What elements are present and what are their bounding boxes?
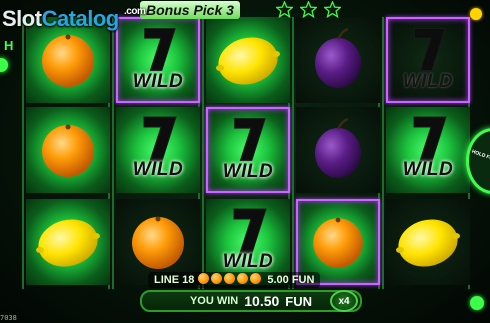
coin-stack-icon[interactable] — [470, 296, 484, 310]
coins-icon[interactable] — [470, 8, 482, 20]
win-bar: YOU WIN 10.50 FUN — [140, 290, 362, 312]
orange-icon — [42, 124, 94, 177]
reel-grid: WILD WILD WILD WILD WILD WILD — [22, 17, 470, 289]
star-icon — [276, 1, 293, 18]
reel-cell — [26, 107, 110, 193]
watermark-suffix: .com — [124, 6, 146, 17]
slotcatalog-watermark: SlotCatalog .com — [2, 6, 146, 32]
wild-label: WILD — [402, 159, 454, 180]
orange-icon — [313, 217, 363, 268]
reel-cell: WILD — [206, 107, 290, 193]
reel-cell: WILD — [386, 17, 470, 103]
win-label: YOU WIN — [189, 295, 239, 307]
reel-cell: WILD — [386, 107, 470, 193]
line-win-info: LINE 18 5.00 FUN — [148, 272, 321, 288]
reel-cell: WILD — [116, 17, 200, 103]
plum-icon — [315, 117, 361, 178]
watermark-brand-a: Slot — [2, 6, 42, 31]
wild-label: WILD — [402, 71, 454, 92]
reel-cell — [296, 17, 380, 103]
reel-1 — [22, 17, 110, 289]
line-symbols — [198, 273, 263, 287]
wild-label: WILD — [222, 161, 274, 182]
lemon-icon — [36, 219, 100, 267]
mini-orange-icon — [211, 273, 223, 284]
wild-label: WILD — [132, 71, 184, 92]
reel-cell — [296, 107, 380, 193]
slot-game-screen: SlotCatalog .com H Bonus Pick 3 WILD WILD… — [0, 0, 490, 323]
mini-orange-icon — [237, 273, 249, 284]
star-icon — [324, 1, 342, 18]
wild-label: WILD — [132, 159, 184, 180]
reel-5: WILD WILD — [382, 17, 470, 289]
mini-orange-icon — [250, 273, 262, 284]
bonus-title: Bonus Pick 3 — [140, 1, 240, 19]
reel-3: WILD WILD — [202, 17, 290, 289]
lemon-icon — [216, 37, 280, 85]
reel-cell — [26, 199, 110, 285]
reel-cell — [206, 17, 290, 103]
side-letter: H — [4, 38, 14, 53]
lemon-icon — [396, 219, 460, 267]
reel-cell — [386, 199, 470, 285]
win-currency: FUN — [285, 293, 313, 309]
line-label: LINE 18 — [154, 274, 195, 286]
win-amount: 10.50 — [244, 293, 280, 309]
reel-4 — [292, 17, 380, 289]
mini-orange-icon — [198, 273, 210, 284]
multiplier-badge: x4 — [330, 290, 358, 312]
game-id-text: 7038 — [0, 314, 17, 322]
hold-label: HOLD FOR — [470, 148, 490, 164]
side-button-icon[interactable] — [0, 58, 8, 72]
mini-orange-icon — [224, 273, 236, 284]
reel-2: WILD WILD — [112, 17, 200, 289]
star-icon — [300, 1, 318, 18]
bonus-stars — [276, 1, 343, 22]
reel-cell: WILD — [116, 107, 200, 193]
plum-icon — [315, 27, 361, 88]
line-amount: 5.00 FUN — [267, 274, 315, 286]
watermark-brand-b: Catalog — [41, 6, 120, 31]
wild-label: WILD — [222, 251, 274, 272]
